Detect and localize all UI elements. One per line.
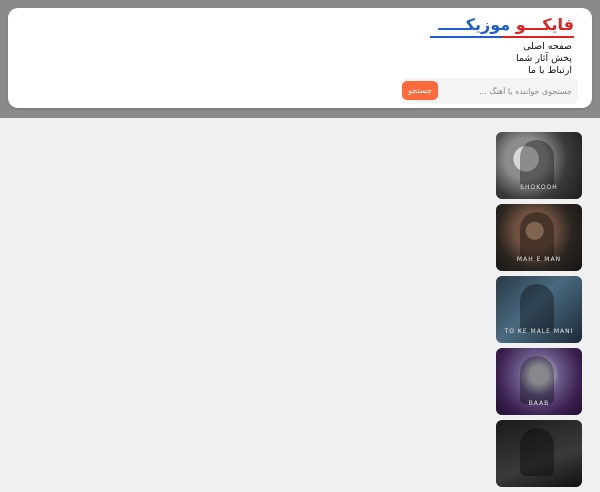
- thumbnail-caption: TO KE MALE MANI: [504, 328, 574, 335]
- thumbnail-card[interactable]: MAH E MAN: [496, 204, 582, 271]
- nav-item-publish[interactable]: پخش آثار شما: [516, 53, 572, 65]
- thumbnail-caption: BAAB: [528, 400, 550, 407]
- thumbnail-card[interactable]: SHOKOOH: [496, 132, 582, 199]
- thumbnail-list: SHOKOOH MAH E MAN TO KE MALE MANI BAAB: [496, 132, 584, 492]
- thumbnail-caption: SHOKOOH: [520, 184, 558, 191]
- artist-image: [520, 140, 554, 188]
- thumbnail-caption: MAH E MAN: [516, 256, 562, 263]
- artist-image: [520, 284, 554, 332]
- main-nav: صفحه اصلی پخش آثار شما ارتباط با ما: [516, 41, 572, 77]
- search-input[interactable]: [452, 82, 572, 100]
- thumbnail-card[interactable]: TO KE MALE MANI: [496, 276, 582, 343]
- nav-item-contact[interactable]: ارتباط با ما: [516, 65, 572, 77]
- logo-underline: [430, 36, 574, 38]
- header: فایکـــو موزیکـــــ صفحه اصلی پخش آثار ش…: [8, 8, 592, 108]
- logo-text-part1: فایکـــ: [525, 15, 574, 34]
- site-logo[interactable]: فایکـــو موزیکـــــ: [438, 14, 574, 36]
- thumbnail-card[interactable]: BAAB: [496, 348, 582, 415]
- artist-image: [520, 428, 554, 476]
- artist-image: [520, 356, 554, 404]
- thumbnail-card[interactable]: [496, 420, 582, 487]
- search-button[interactable]: جستجو: [402, 81, 438, 100]
- logo-text-part2: و: [515, 15, 526, 34]
- logo-text-part3: موزیکـــــ: [438, 15, 516, 34]
- artist-image: [520, 212, 554, 260]
- search-bar: جستجو: [402, 78, 578, 104]
- nav-item-home[interactable]: صفحه اصلی: [516, 41, 572, 53]
